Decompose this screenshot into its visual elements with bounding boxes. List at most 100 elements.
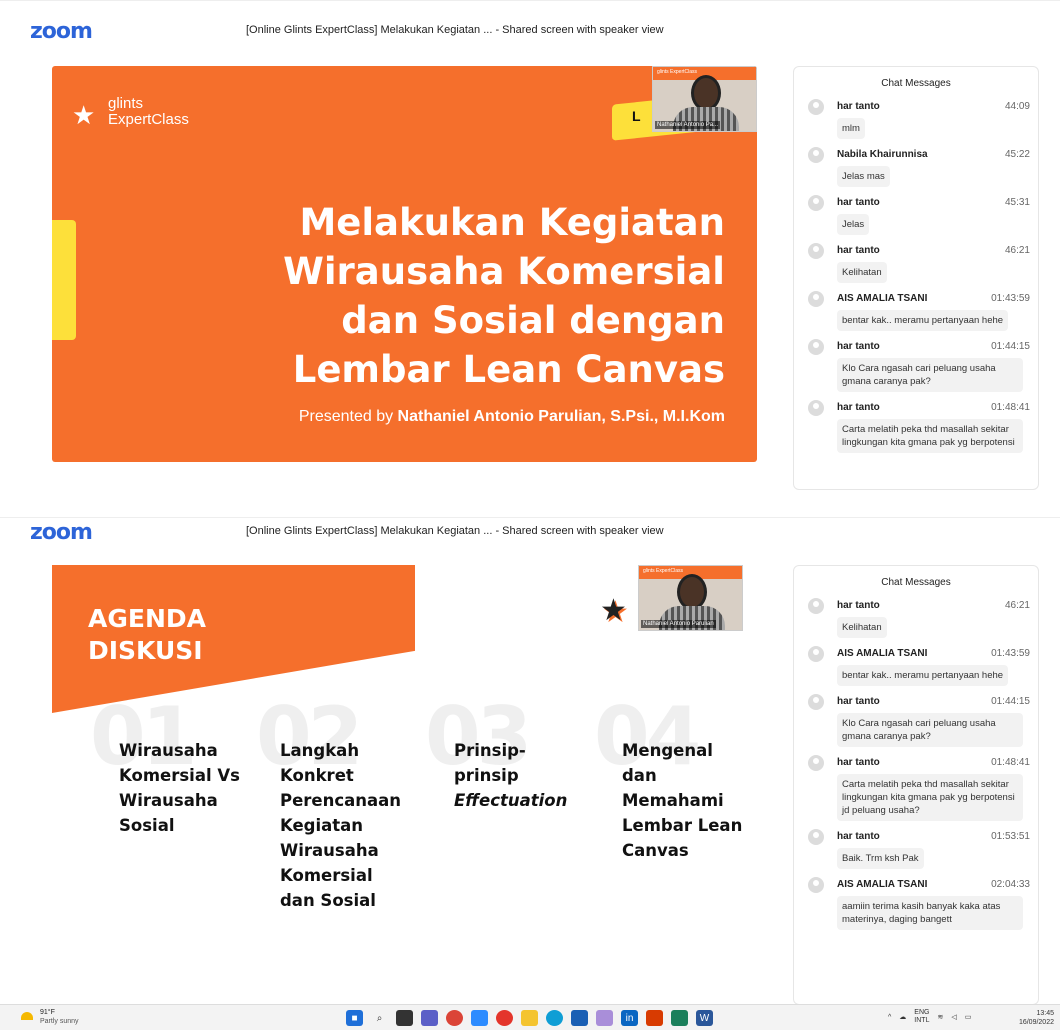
- avatar: [808, 243, 824, 259]
- edge-icon[interactable]: [546, 1010, 563, 1026]
- slide-letter: L: [632, 108, 641, 124]
- message-time: 02:04:33: [991, 879, 1030, 890]
- office-icon[interactable]: [646, 1010, 663, 1026]
- agenda-text-line: Wirausaha: [119, 791, 218, 810]
- speaker-video-thumbnail[interactable]: glints ExpertClass Nathaniel Antonio Par…: [638, 565, 743, 631]
- mail-icon[interactable]: [571, 1010, 588, 1026]
- file-explorer-icon[interactable]: [521, 1010, 538, 1026]
- message-time: 01:43:59: [991, 648, 1030, 659]
- message-time: 01:43:59: [991, 293, 1030, 304]
- sender-name: har tanto: [837, 245, 880, 256]
- chat-message: AIS AMALIA TSANI 02:04:33 aamiin terima ka…: [794, 877, 1038, 930]
- agenda-item-3: Prinsip- prinsip Effectuation: [454, 738, 567, 813]
- clock-time: 13:45: [1036, 1010, 1054, 1017]
- agenda-text-line: Mengenal: [622, 741, 713, 760]
- zoom-window-bottom: zoom [Online Glints ExpertClass] Melakuk…: [0, 517, 1060, 1022]
- message-text: Carta melatih peka thd masallah sekitar …: [837, 419, 1023, 453]
- chat-message: har tanto 46:21 Kelihatan: [794, 243, 1038, 283]
- zoom-icon[interactable]: [471, 1010, 488, 1026]
- photos-icon[interactable]: [596, 1010, 613, 1026]
- chat-message: har tanto 44:09 mlm: [794, 99, 1038, 139]
- chat-message: AIS AMALIA TSANI 01:43:59 bentar kak.. mer…: [794, 646, 1038, 686]
- zoom-title-bar: zoom [Online Glints ExpertClass] Melakuk…: [0, 517, 1060, 557]
- zoom-logo: zoom: [30, 520, 93, 545]
- weather-description[interactable]: Partly sunny: [40, 1018, 79, 1025]
- presenter-name: Nathaniel Antonio Parulian, S.Psi., M.I.…: [397, 408, 725, 425]
- weather-temperature[interactable]: 91°F: [40, 1009, 55, 1016]
- slide-title: Melakukan Kegiatan Wirausaha Komersial d…: [265, 198, 725, 394]
- lang-line1: ENG: [914, 1009, 930, 1016]
- partly-sunny-icon[interactable]: [21, 1012, 33, 1020]
- sender-name: Nabila Khairunnisa: [837, 149, 928, 160]
- message-time: 01:44:15: [991, 696, 1030, 707]
- word-icon[interactable]: W: [696, 1010, 713, 1026]
- windows-start-icon[interactable]: ■: [346, 1010, 363, 1026]
- chat-icon[interactable]: [421, 1010, 438, 1026]
- record-icon[interactable]: [496, 1010, 513, 1026]
- battery-icon[interactable]: ▭: [965, 1013, 972, 1021]
- presenter-line: Presented by Nathaniel Antonio Parulian,…: [299, 408, 725, 426]
- chat-panel[interactable]: Chat Messages har tanto 46:21 Kelihatan AI…: [793, 565, 1039, 1005]
- search-icon[interactable]: ⌕: [371, 1010, 388, 1026]
- windows-taskbar: 91°F Partly sunny ■ ⌕ in W ^ ☁ ENG INTL ≋…: [0, 1004, 1060, 1030]
- glints-logo-text: glints ExpertClass: [108, 96, 189, 128]
- agenda-line1: AGENDA: [88, 604, 206, 633]
- sender-name: har tanto: [837, 402, 880, 413]
- language-indicator[interactable]: ENG INTL: [914, 1009, 929, 1025]
- chrome-icon[interactable]: [446, 1010, 463, 1026]
- chat-message: AIS AMALIA TSANI 01:43:59 bentar kak.. mer…: [794, 291, 1038, 331]
- avatar: [808, 646, 824, 662]
- chat-message: har tanto 01:48:41 Carta melatih peka thd …: [794, 400, 1038, 453]
- brand-line2: ExpertClass: [108, 111, 189, 128]
- speaker-name-label: Nathaniel Antonio Parulian: [641, 620, 716, 628]
- window-title: [Online Glints ExpertClass] Melakukan Ke…: [246, 24, 664, 36]
- chat-message: har tanto 46:21 Kelihatan: [794, 598, 1038, 638]
- message-text: Kelihatan: [837, 262, 887, 283]
- zoom-window-top: zoom [Online Glints ExpertClass] Melakuk…: [0, 0, 1060, 505]
- agenda-text-line: Perencanaan: [280, 791, 402, 810]
- agenda-text-line: Prinsip-: [454, 741, 526, 760]
- message-text: Carta melatih peka thd masallah sekitar …: [837, 774, 1023, 821]
- agenda-title: AGENDA DISKUSI: [88, 603, 206, 667]
- wifi-icon[interactable]: ≋: [937, 1013, 943, 1021]
- title-line: Wirausaha Komersial: [283, 250, 725, 293]
- linkedin-icon[interactable]: in: [621, 1010, 638, 1026]
- chat-message: har tanto 45:31 Jelas: [794, 195, 1038, 235]
- avatar: [808, 694, 824, 710]
- avatar: [808, 400, 824, 416]
- chat-message: har tanto 01:44:15 Klo Cara ngasah cari pe…: [794, 694, 1038, 747]
- agenda-text-line: Langkah: [280, 741, 360, 760]
- clock[interactable]: 13:45 16/09/2022: [1019, 1009, 1054, 1027]
- cloud-icon[interactable]: ☁: [899, 1013, 906, 1021]
- chevron-up-icon[interactable]: ^: [888, 1014, 891, 1021]
- taskbar-apps: ■ ⌕ in W: [346, 1010, 713, 1026]
- message-time: 44:09: [1004, 101, 1030, 112]
- agenda-text-line: prinsip: [454, 766, 519, 785]
- avatar: [808, 99, 824, 115]
- presented-prefix: Presented by: [298, 408, 398, 425]
- volume-icon[interactable]: ◁: [951, 1013, 956, 1021]
- message-text: Jelas: [837, 214, 870, 235]
- agenda-text-line: Komersial Vs: [119, 766, 240, 785]
- chat-message: Nabila Khairunnisa 45:22 Jelas mas: [794, 147, 1038, 187]
- chat-panel[interactable]: Chat Messages har tanto 44:09 mlm Nabila K…: [793, 66, 1039, 490]
- sender-name: har tanto: [837, 197, 880, 208]
- chat-header: Chat Messages: [881, 577, 951, 588]
- sender-name: har tanto: [837, 341, 880, 352]
- sender-name: har tanto: [837, 101, 880, 112]
- agenda-text-line: Effectuation: [454, 791, 568, 810]
- message-time: 46:21: [1004, 600, 1030, 611]
- zoom-title-bar: zoom [Online Glints ExpertClass] Melakuk…: [0, 0, 1060, 46]
- brand-line1: glints: [108, 95, 144, 112]
- cam-brand: glints ExpertClass: [643, 568, 684, 574]
- avatar: [808, 755, 824, 771]
- task-view-icon[interactable]: [396, 1010, 413, 1026]
- zoom-logo: zoom: [30, 19, 93, 44]
- agenda-text-line: Memahami: [622, 791, 724, 810]
- chat-message: har tanto 01:53:51 Baik. Trm ksh Pak: [794, 829, 1038, 869]
- store-icon[interactable]: [671, 1010, 688, 1026]
- avatar: [808, 598, 824, 614]
- system-tray: ^ ☁ ENG INTL ≋ ◁ ▭: [888, 1009, 971, 1025]
- speaker-video-thumbnail[interactable]: glints ExpertClass Nathaniel Antonio Pa.…: [652, 66, 757, 132]
- agenda-text-line: Kegiatan: [280, 816, 364, 835]
